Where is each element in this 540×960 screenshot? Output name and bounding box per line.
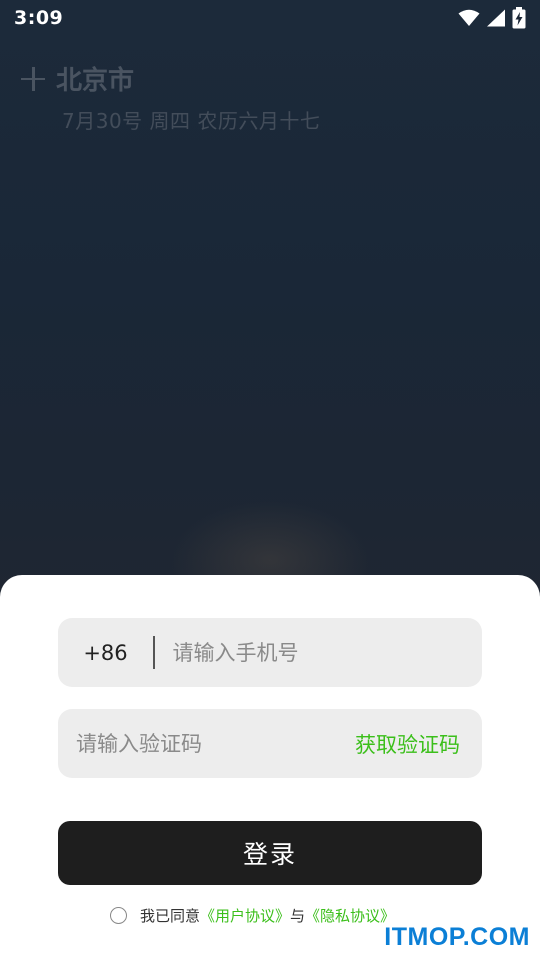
- status-icons: [458, 7, 526, 29]
- login-sheet: +86 获取验证码 登录 我已同意 《用户协议》 与 《隐私协议》: [0, 575, 540, 960]
- code-field: 获取验证码: [58, 709, 482, 778]
- agreement-row: 我已同意 《用户协议》 与 《隐私协议》: [110, 905, 395, 926]
- signal-icon: [486, 9, 506, 27]
- city-row: 北京市: [20, 60, 320, 97]
- country-code[interactable]: +86: [58, 641, 153, 665]
- agree-radio[interactable]: [110, 907, 127, 924]
- city-name[interactable]: 北京市: [56, 60, 134, 97]
- status-bar: 3:09: [0, 0, 540, 36]
- plus-icon[interactable]: [20, 66, 46, 92]
- battery-charging-icon: [512, 7, 526, 29]
- weather-header: 北京市 7月30号 周四 农历六月十七: [20, 60, 320, 134]
- code-input[interactable]: [76, 731, 316, 756]
- privacy-policy-link[interactable]: 《隐私协议》: [305, 905, 395, 926]
- user-agreement-link[interactable]: 《用户协议》: [200, 905, 290, 926]
- get-code-button[interactable]: 获取验证码: [355, 709, 460, 778]
- wifi-icon: [458, 9, 480, 27]
- status-time: 3:09: [14, 7, 64, 29]
- watermark: ITMOP.COM: [384, 923, 530, 951]
- agreement-prefix: 我已同意: [140, 907, 201, 925]
- phone-field: +86: [58, 618, 482, 687]
- agreement-and: 与: [290, 907, 306, 925]
- field-divider: [153, 636, 155, 669]
- date-line: 7月30号 周四 农历六月十七: [62, 109, 321, 133]
- phone-input[interactable]: [172, 640, 463, 665]
- login-button[interactable]: 登录: [58, 821, 482, 885]
